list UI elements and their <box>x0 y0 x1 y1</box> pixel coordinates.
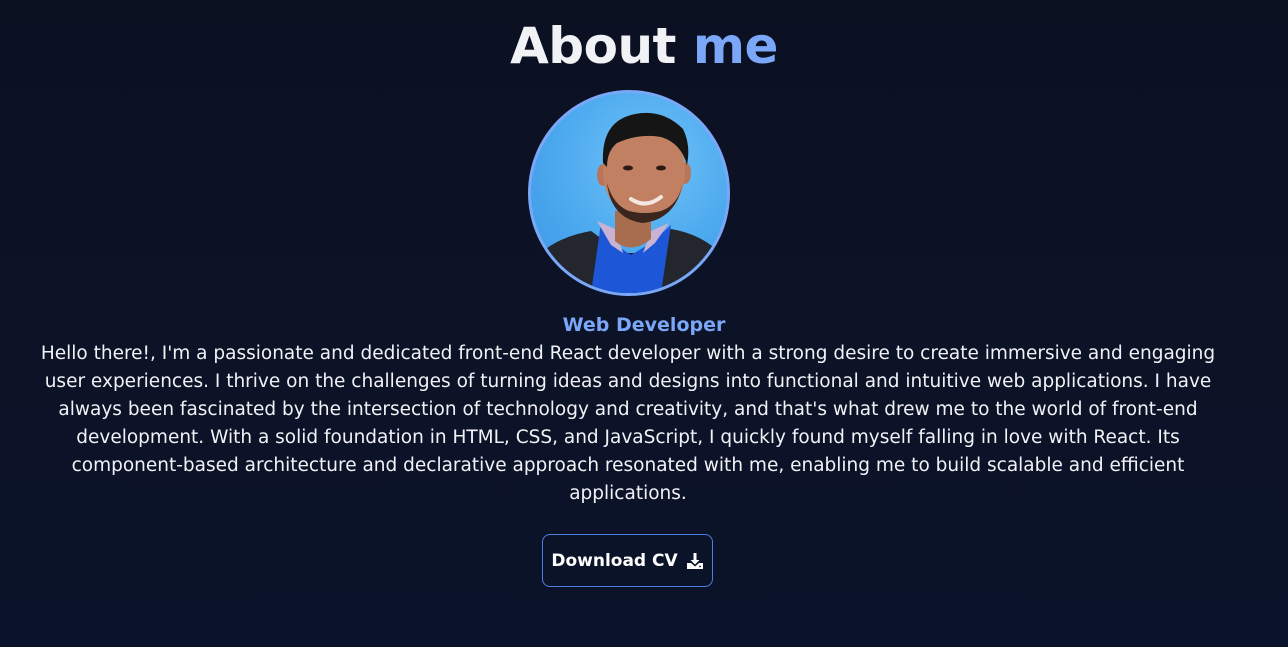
role-title: Web Developer <box>562 314 726 336</box>
section-title: About me <box>0 14 1288 78</box>
title-accent-word: me <box>692 17 779 75</box>
avatar <box>528 90 730 296</box>
title-main-word: About <box>510 17 676 75</box>
download-icon <box>686 552 704 570</box>
portrait-photo <box>531 112 727 293</box>
bio-paragraph: Hello there!, I'm a passionate and dedic… <box>40 343 1216 504</box>
download-cv-button[interactable]: Download CV <box>542 534 713 587</box>
about-section: About me Web Developer Hello there!, I'm… <box>0 0 1288 647</box>
download-cv-label: Download CV <box>551 550 678 571</box>
